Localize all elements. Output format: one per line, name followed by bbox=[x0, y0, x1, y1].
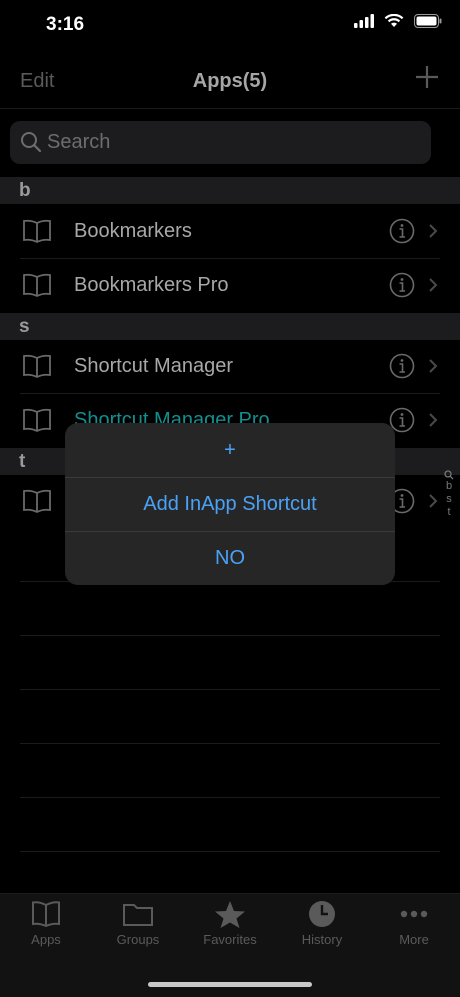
status-time: 3:16 bbox=[46, 14, 85, 35]
book-icon bbox=[32, 901, 60, 928]
chevron-right-icon bbox=[429, 278, 438, 292]
wifi-icon bbox=[384, 14, 404, 27]
tab-history[interactable]: History bbox=[276, 900, 368, 947]
tab-apps[interactable]: Apps bbox=[0, 900, 92, 947]
list-item-name: Bookmarkers Pro bbox=[74, 274, 229, 296]
chevron-right-icon bbox=[429, 494, 438, 508]
more-icon bbox=[400, 910, 428, 918]
tab-label: Apps bbox=[31, 932, 61, 947]
tab-more[interactable]: More bbox=[368, 900, 460, 947]
list-item[interactable] bbox=[0, 204, 440, 258]
separator bbox=[20, 851, 440, 852]
info-icon[interactable] bbox=[389, 353, 415, 379]
section-label: t bbox=[19, 451, 26, 472]
book-icon bbox=[23, 219, 51, 243]
section-label: b bbox=[19, 180, 31, 201]
book-icon bbox=[23, 273, 51, 297]
home-indicator bbox=[148, 982, 312, 987]
no-button[interactable]: NO bbox=[65, 532, 395, 585]
tab-label: History bbox=[301, 932, 343, 947]
separator bbox=[20, 797, 440, 798]
add-inapp-shortcut-button[interactable]: Add InApp Shortcut bbox=[65, 478, 395, 531]
chevron-right-icon bbox=[429, 224, 438, 238]
book-icon bbox=[23, 354, 51, 378]
page-title: Apps(5) bbox=[192, 70, 268, 92]
info-icon[interactable] bbox=[389, 218, 415, 244]
separator bbox=[20, 689, 440, 690]
info-icon[interactable] bbox=[389, 272, 415, 298]
section-label: s bbox=[19, 316, 30, 337]
signal-icon bbox=[354, 14, 374, 28]
tab-favorites[interactable]: Favorites bbox=[184, 900, 276, 947]
tab-groups[interactable]: Groups bbox=[92, 900, 184, 947]
index-letter-s[interactable]: s bbox=[446, 493, 452, 506]
book-icon bbox=[23, 489, 51, 513]
index-letter-b[interactable]: b bbox=[446, 480, 452, 493]
book-icon bbox=[23, 408, 51, 432]
search-placeholder: Search bbox=[47, 131, 111, 153]
separator bbox=[20, 635, 440, 636]
section-header-s bbox=[0, 313, 460, 340]
chevron-right-icon bbox=[429, 359, 438, 373]
search-icon[interactable] bbox=[444, 470, 454, 480]
search-icon bbox=[21, 132, 42, 153]
list-item-name: Shortcut Manager bbox=[74, 355, 233, 377]
section-header-b bbox=[0, 177, 460, 204]
status-icons bbox=[354, 14, 442, 28]
add-button[interactable]: + bbox=[65, 424, 395, 477]
chevron-right-icon bbox=[429, 413, 438, 427]
separator bbox=[20, 743, 440, 744]
add-icon[interactable] bbox=[414, 64, 440, 90]
list-item-name: Bookmarkers bbox=[74, 220, 192, 242]
clock-icon bbox=[309, 901, 335, 927]
tab-label: Favorites bbox=[203, 932, 257, 947]
tab-label: More bbox=[399, 932, 429, 947]
battery-icon bbox=[414, 14, 442, 28]
star-icon bbox=[215, 901, 245, 928]
folder-icon bbox=[123, 904, 153, 926]
tab-label: Groups bbox=[116, 932, 160, 947]
index-letter-t[interactable]: t bbox=[447, 506, 450, 519]
section-index[interactable]: b s t bbox=[444, 470, 454, 519]
